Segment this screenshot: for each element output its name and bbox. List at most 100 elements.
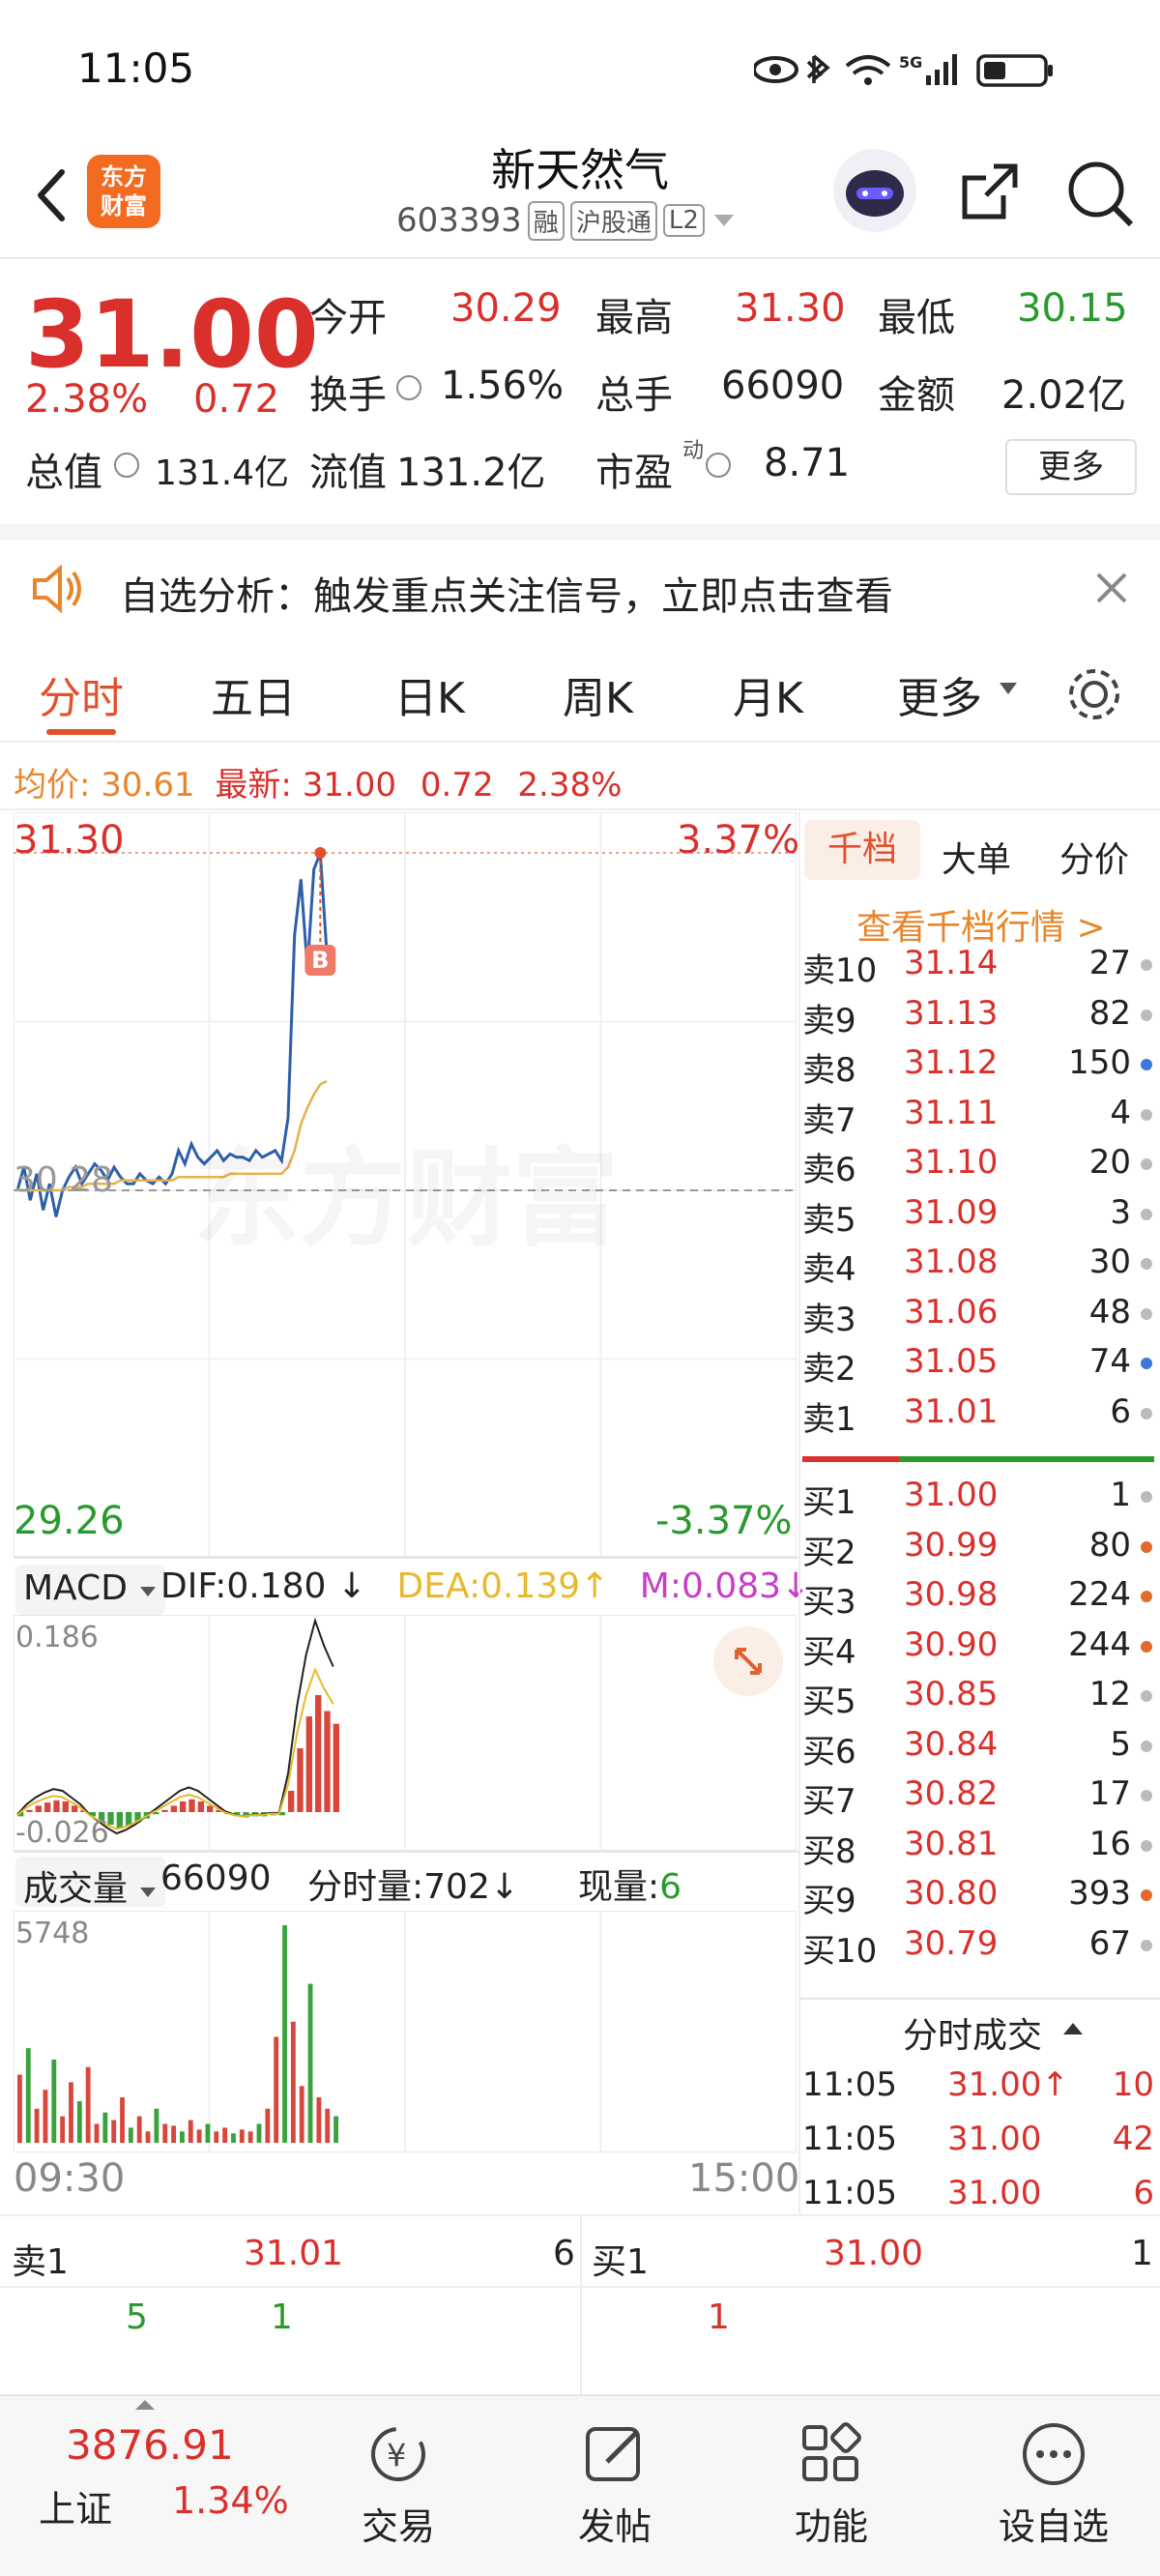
change-percent: 2.38% <box>25 377 149 422</box>
ask-row[interactable]: 卖1 31.01 6 <box>802 1387 1160 1439</box>
tab-five-day[interactable]: 五日 <box>211 663 296 725</box>
tab-depth-1000[interactable]: 千档 <box>804 820 920 880</box>
ask-row[interactable]: 卖2 31.05 74 <box>802 1336 1160 1389</box>
trade-price: 31.00↑ <box>947 2065 1069 2104</box>
mktcap-label: 总值 <box>25 451 102 495</box>
info-icon[interactable] <box>396 375 421 400</box>
trades-title[interactable]: 分时成交 <box>903 2007 1042 2058</box>
bid-volume: 1 <box>1110 1476 1131 1514</box>
caret-down-icon[interactable] <box>998 679 1021 698</box>
ask-row[interactable]: 卖10 31.14 27 <box>802 938 1160 990</box>
ask-row[interactable]: 卖6 31.10 20 <box>802 1137 1160 1189</box>
nav-add-watchlist[interactable]: 设自选 <box>957 2396 1150 2576</box>
trade-volume: 6 <box>1133 2174 1154 2212</box>
index-name: 上证 <box>39 2488 113 2531</box>
bq-buy-label: 买1 <box>592 2242 649 2282</box>
ask-row[interactable]: 卖5 31.09 3 <box>802 1187 1160 1240</box>
svg-text:¥: ¥ <box>387 2437 406 2474</box>
tab-daily-k[interactable]: 日K <box>394 663 465 725</box>
volume-bar <box>290 2021 296 2143</box>
avg-value: 30.61 <box>101 766 195 805</box>
ask-row[interactable]: 卖9 31.13 82 <box>802 988 1160 1040</box>
bid-row[interactable]: 买9 30.80 393 <box>802 1868 1160 1920</box>
nav-post[interactable]: 发帖 <box>518 2396 711 2576</box>
bid-volume: 17 <box>1088 1774 1131 1813</box>
volume-bar <box>102 2112 108 2143</box>
macd-bar <box>188 1799 195 1812</box>
share-icon <box>962 163 1018 220</box>
bid-row[interactable]: 买3 30.98 224 <box>802 1569 1160 1622</box>
volume-now: 现量:6 <box>578 1859 682 1909</box>
bid-row[interactable]: 买2 30.99 80 <box>802 1520 1160 1572</box>
bid-row[interactable]: 买6 30.84 5 <box>802 1719 1160 1771</box>
tab-more[interactable]: 更多 <box>897 663 982 725</box>
tab-monthly-k[interactable]: 月K <box>733 663 803 725</box>
float-value: 131.2亿 <box>396 451 546 495</box>
info-icon[interactable] <box>706 453 731 478</box>
caret-up-icon[interactable] <box>1061 2019 1085 2036</box>
volume-bar <box>154 2108 160 2143</box>
tab-weekly-k[interactable]: 周K <box>563 663 633 725</box>
assistant-robot-icon[interactable] <box>833 149 916 232</box>
expand-button[interactable] <box>713 1626 783 1696</box>
divider <box>14 1851 798 1853</box>
bid-ask-bar-right <box>899 1456 1154 1462</box>
ask-price: 31.10 <box>904 1143 999 1182</box>
bid-row[interactable]: 买4 30.90 244 <box>802 1620 1160 1672</box>
nav-trade[interactable]: ¥ 交易 <box>302 2396 495 2576</box>
amount-value: 2.02亿 <box>1001 373 1127 418</box>
stock-header: 东方 财富 新天然气 603393 融 沪股通 L2 <box>0 135 1160 259</box>
macd-bar <box>26 1809 33 1812</box>
chart-tabs: 分时 五日 日K 周K 月K 更多 <box>0 632 1160 743</box>
bid-row[interactable]: 买5 30.85 12 <box>802 1669 1160 1721</box>
macd-selector[interactable]: MACD <box>15 1565 166 1615</box>
ask-row[interactable]: 卖4 31.08 30 <box>802 1237 1160 1289</box>
ask-label: 卖3 <box>802 1300 856 1339</box>
divider <box>0 808 1160 810</box>
close-icon[interactable] <box>1092 569 1131 607</box>
bid-row[interactable]: 买7 30.82 17 <box>802 1769 1160 1821</box>
macd-bar <box>62 1801 69 1812</box>
back-button[interactable] <box>21 157 79 234</box>
tab-price-dist[interactable]: 分价 <box>1059 832 1129 882</box>
bid-volume: 16 <box>1088 1824 1131 1863</box>
ask-volume: 6 <box>1110 1391 1131 1431</box>
macd-bar <box>305 1716 312 1812</box>
bid-row[interactable]: 买1 31.00 1 <box>802 1470 1160 1522</box>
ask-volume: 20 <box>1088 1143 1131 1182</box>
tab-intraday[interactable]: 分时 <box>39 663 124 725</box>
volume-chart[interactable] <box>14 1911 797 2152</box>
bid-volume: 393 <box>1068 1874 1131 1913</box>
battery-icon <box>976 54 1053 87</box>
bid-row[interactable]: 买8 30.81 16 <box>802 1819 1160 1871</box>
chart-area: 均价: 30.61 最新: 31.00 0.72 2.38% B 31.30 3… <box>0 745 1160 2214</box>
tab-big-orders[interactable]: 大单 <box>942 832 1011 882</box>
share-button[interactable] <box>955 157 1025 226</box>
index-widget[interactable]: 3876.91 上证 1.34% <box>0 2396 309 2576</box>
more-button[interactable]: 更多 <box>1005 439 1137 495</box>
search-button[interactable] <box>1063 157 1137 230</box>
macd-chart[interactable] <box>14 1615 797 1851</box>
dropdown-icon[interactable] <box>710 211 738 230</box>
ask-volume: 4 <box>1110 1093 1131 1132</box>
bid-label: 买3 <box>802 1583 856 1622</box>
latest-label: 最新: <box>215 766 292 805</box>
pe-sup: 动 <box>682 439 705 463</box>
ask-row[interactable]: 卖3 31.06 48 <box>802 1287 1160 1339</box>
ask-price: 31.13 <box>904 993 999 1033</box>
ask-row[interactable]: 卖8 31.12 150 <box>802 1038 1160 1090</box>
bid-volume: 224 <box>1068 1575 1131 1614</box>
bid-row[interactable]: 买10 30.79 67 <box>802 1918 1160 1971</box>
fs-value: 702 <box>423 1867 490 1907</box>
macd-selector-label: MACD <box>23 1568 128 1608</box>
nav-functions-label: 功能 <box>794 2505 868 2548</box>
volume-selector[interactable]: 成交量 <box>15 1857 166 1909</box>
app-logo[interactable]: 东方 财富 <box>87 155 160 228</box>
analysis-banner[interactable]: 自选分析：触发重点关注信号，立即点击查看 <box>0 524 1160 632</box>
signal-label: 5G <box>899 53 922 72</box>
ask-row[interactable]: 卖7 31.11 4 <box>802 1088 1160 1140</box>
settings-gear-icon[interactable] <box>1063 663 1125 725</box>
macd-bar <box>161 1809 168 1812</box>
nav-functions[interactable]: 功能 <box>735 2396 928 2576</box>
info-icon[interactable] <box>114 453 139 478</box>
